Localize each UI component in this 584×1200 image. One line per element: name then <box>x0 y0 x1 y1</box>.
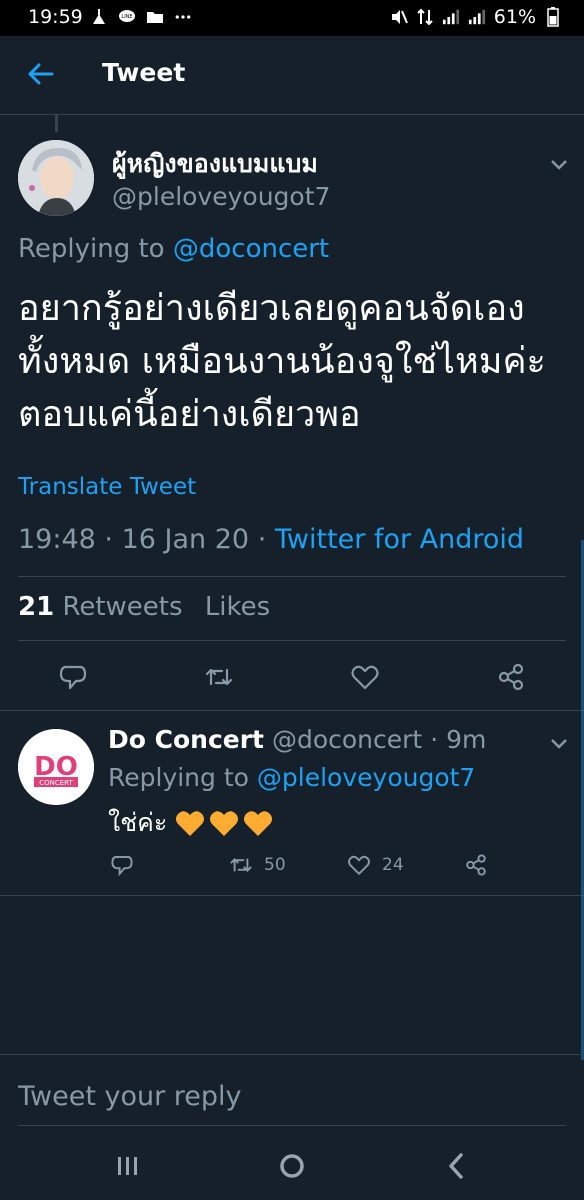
divider <box>18 640 566 641</box>
reply-actions: 50 24 <box>108 851 508 881</box>
retweets-stat[interactable]: 21 Retweets <box>18 592 183 622</box>
tweet-actions <box>0 652 584 700</box>
divider <box>18 576 566 577</box>
reply-avatar[interactable]: DO CONCERT <box>18 729 94 805</box>
thread-connector <box>55 114 58 132</box>
tweet-text: อยากรู้อย่างเดียวเลยดูคอนจัดเองทั้งหมด เ… <box>18 288 546 435</box>
replying-to-link[interactable]: @pleloveyougot7 <box>257 763 475 792</box>
reply-replying-to: Replying to @pleloveyougot7 <box>108 763 475 792</box>
orange-hearts-emoji <box>175 809 273 837</box>
reply-header: Do Concert @doconcert · 9m <box>108 725 486 754</box>
user-handle[interactable]: @pleloveyougot7 <box>112 182 330 211</box>
display-name[interactable]: ผู้หญิงของแบมแบม <box>112 144 318 184</box>
notification-icons: LINE <box>90 8 192 26</box>
tweet-time: 19:48 <box>18 524 96 555</box>
reply-like-count: 24 <box>382 855 404 875</box>
retweets-label: Retweets <box>62 592 183 622</box>
reply-icon[interactable] <box>58 662 88 692</box>
reply-text-row: ใช่ค่ะ <box>108 803 273 843</box>
top-bar: Tweet <box>0 36 584 115</box>
reply-retweet-button[interactable]: 50 <box>228 853 286 877</box>
reply-input[interactable] <box>18 1081 558 1112</box>
data-icon <box>416 8 434 26</box>
signal-2-icon <box>468 8 486 26</box>
reply-handle[interactable]: @doconcert <box>272 725 422 754</box>
recent-apps-icon[interactable] <box>108 1148 148 1184</box>
reply-icon <box>111 856 133 877</box>
tweet-stats: 21 Retweets Likes <box>18 592 270 622</box>
reply-reply-button[interactable] <box>110 853 134 877</box>
tweet-date: 16 Jan 20 <box>121 524 250 555</box>
reply-text: ใช่ค่ะ <box>108 808 168 837</box>
like-heart-icon[interactable] <box>350 662 380 692</box>
avatar[interactable] <box>18 140 94 216</box>
more-notifications-icon <box>174 8 192 26</box>
cleaner-icon <box>90 8 108 26</box>
line-app-icon: LINE <box>118 8 136 26</box>
battery-percent: 61% <box>493 6 536 28</box>
reply-time-ago: 9m <box>446 725 487 754</box>
orange-heart-icon <box>244 811 273 836</box>
status-bar: 19:59 LINE 61% <box>0 0 584 36</box>
signal-icon <box>442 8 460 26</box>
orange-heart-icon <box>176 811 205 836</box>
tweet-meta: 19:48 · 16 Jan 20 · Twitter for Android <box>18 524 524 555</box>
replying-prefix: Replying to <box>18 234 165 264</box>
mute-icon <box>390 8 408 26</box>
translate-tweet-link[interactable]: Translate Tweet <box>18 474 196 500</box>
share-icon[interactable] <box>496 662 526 692</box>
reply-display-name[interactable]: Do Concert <box>108 725 264 754</box>
divider <box>18 1125 566 1126</box>
folder-icon <box>146 8 164 26</box>
reply-composer <box>0 1054 584 1127</box>
tweet-source-link[interactable]: Twitter for Android <box>275 524 524 555</box>
home-icon[interactable] <box>272 1148 312 1184</box>
replying-prefix: Replying to <box>108 763 249 792</box>
reply-tweet[interactable]: DO CONCERT Do Concert @doconcert · 9m Re… <box>0 710 584 896</box>
system-icons: 61% <box>390 6 562 28</box>
back-arrow-icon[interactable] <box>26 60 54 88</box>
page-title: Tweet <box>102 58 186 87</box>
replying-to-link[interactable]: @doconcert <box>173 234 329 264</box>
back-nav-icon[interactable] <box>436 1148 476 1184</box>
separator-dot: · <box>430 725 439 754</box>
reply-like-button[interactable]: 24 <box>346 853 404 877</box>
system-nav-bar <box>0 1130 584 1200</box>
retweet-icon <box>230 858 252 872</box>
logo-subtext: CONCERT <box>39 779 73 787</box>
reply-share-button[interactable] <box>464 853 488 877</box>
svg-text:LINE: LINE <box>121 14 132 20</box>
orange-heart-icon <box>210 811 239 836</box>
likes-label: Likes <box>204 592 271 622</box>
chevron-down-icon[interactable] <box>550 156 568 170</box>
like-heart-icon <box>348 855 370 876</box>
separator-dot: · <box>257 524 267 555</box>
reply-retweet-count: 50 <box>264 855 286 875</box>
retweet-count: 21 <box>18 592 55 622</box>
replying-to: Replying to @doconcert <box>18 234 329 264</box>
status-time: 19:59 <box>28 6 83 28</box>
battery-icon <box>544 7 562 27</box>
separator-dot: · <box>104 524 113 555</box>
likes-stat[interactable]: Likes <box>205 592 270 622</box>
chevron-down-icon[interactable] <box>550 735 568 749</box>
retweet-icon[interactable] <box>204 662 234 692</box>
share-icon <box>466 854 486 876</box>
